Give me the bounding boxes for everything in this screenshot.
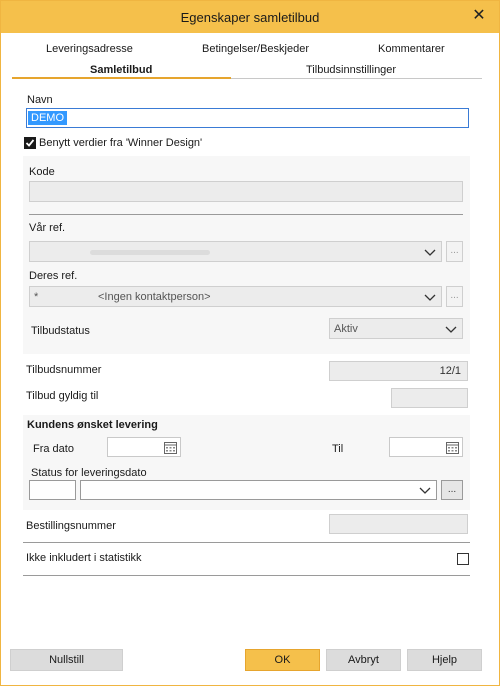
panel-divider (29, 214, 463, 215)
close-icon[interactable]: ✕ (471, 7, 487, 25)
status-leveringsdato-label: Status for leveringsdato (31, 467, 147, 479)
var-ref-browse-button[interactable]: ... (446, 241, 463, 262)
onsket-levering-heading: Kundens ønsket levering (27, 419, 158, 431)
status-browse-button[interactable]: ... (441, 480, 463, 500)
var-ref-label: Vår ref. (29, 222, 66, 234)
ok-button[interactable]: OK (245, 649, 320, 671)
navn-input[interactable]: DEMO (26, 108, 469, 128)
deres-ref-browse-button[interactable]: ... (446, 286, 463, 307)
dialog-window: Egenskaper samletilbud ✕ Leveringsadress… (0, 0, 500, 686)
navn-value: DEMO (28, 111, 67, 125)
fra-dato-input[interactable] (107, 437, 181, 457)
navn-label: Navn (27, 94, 53, 106)
deres-ref-prefix: * (34, 291, 39, 303)
chevron-down-icon (419, 487, 431, 494)
divider (23, 575, 470, 576)
bestillingsnummer-label: Bestillingsnummer (26, 520, 116, 532)
kode-label: Kode (29, 166, 55, 178)
title-bar: Egenskaper samletilbud ✕ (1, 1, 499, 33)
gyldig-til-label: Tilbud gyldig til (26, 390, 99, 402)
benytt-verdier-checkbox[interactable] (24, 137, 36, 149)
bestillingsnummer-input[interactable] (329, 514, 468, 534)
tilbudstatus-select[interactable]: Aktiv (329, 318, 463, 339)
tab-samletilbud[interactable]: Samletilbud (90, 64, 152, 76)
status-leveringsdato-select[interactable] (80, 480, 437, 500)
chevron-down-icon (424, 249, 436, 256)
var-ref-select[interactable] (29, 241, 442, 262)
var-ref-blurred-value (90, 250, 210, 255)
deres-ref-select[interactable]: * <Ingen kontaktperson> (29, 286, 442, 307)
tilbudsnummer-label: Tilbudsnummer (26, 364, 102, 376)
calendar-icon[interactable] (164, 441, 177, 454)
kode-input[interactable] (29, 181, 463, 202)
status-code-input[interactable] (29, 480, 76, 500)
tilbudsnummer-field: 12/1 (329, 361, 468, 381)
checkmark-icon (25, 139, 35, 147)
deres-ref-label: Deres ref. (29, 270, 78, 282)
statistikk-label: Ikke inkludert i statistikk (26, 552, 142, 564)
chevron-down-icon (445, 326, 457, 333)
statistikk-checkbox[interactable] (457, 553, 469, 565)
benytt-verdier-label: Benytt verdier fra 'Winner Design' (39, 137, 203, 149)
tab-kommentarer[interactable]: Kommentarer (378, 43, 445, 55)
til-dato-input[interactable] (389, 437, 463, 457)
tab-leveringsadresse[interactable]: Leveringsadresse (46, 43, 133, 55)
calendar-icon[interactable] (446, 441, 459, 454)
window-title: Egenskaper samletilbud (180, 10, 320, 25)
deres-ref-value: <Ingen kontaktperson> (98, 291, 211, 303)
fra-dato-label: Fra dato (33, 443, 74, 455)
reset-button[interactable]: Nullstill (10, 649, 123, 671)
divider (23, 542, 470, 543)
tab-betingelser-beskjeder[interactable]: Betingelser/Beskjeder (202, 43, 309, 55)
tilbudstatus-label: Tilbudstatus (31, 325, 90, 337)
help-button[interactable]: Hjelp (407, 649, 482, 671)
gyldig-til-input[interactable] (391, 388, 468, 408)
til-label: Til (332, 443, 344, 455)
active-tab-indicator (12, 77, 231, 79)
cancel-button[interactable]: Avbryt (326, 649, 401, 671)
tilbudstatus-value: Aktiv (334, 323, 358, 335)
tab-tilbudsinnstillinger[interactable]: Tilbudsinnstillinger (306, 64, 396, 76)
chevron-down-icon (424, 294, 436, 301)
